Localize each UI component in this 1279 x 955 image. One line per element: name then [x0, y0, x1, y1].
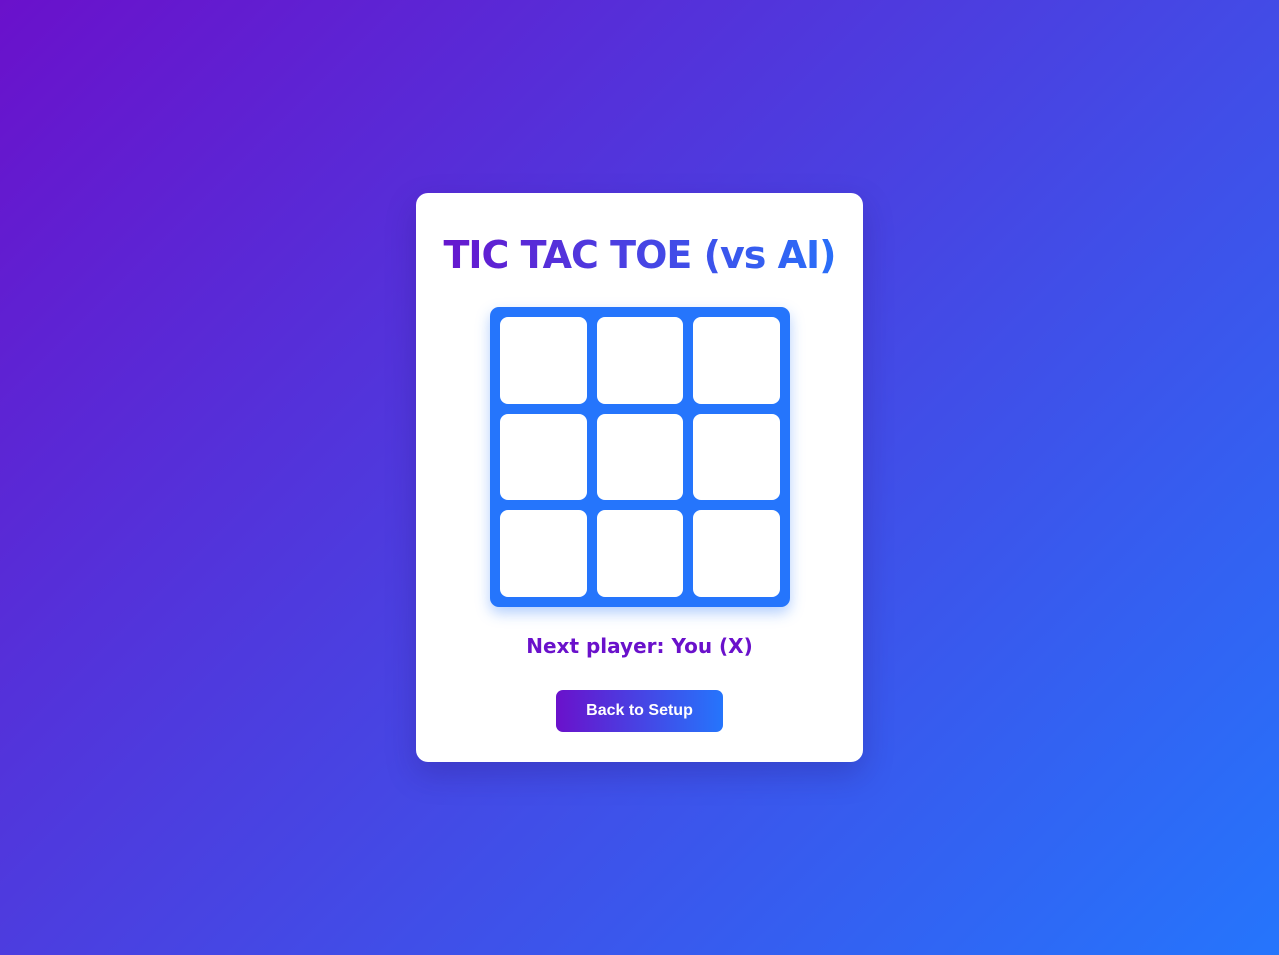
- board-cell-9[interactable]: [693, 510, 780, 597]
- board-cell-1[interactable]: [500, 317, 587, 404]
- game-card: TIC TAC TOE (vs AI) Next player: You (X)…: [416, 193, 863, 762]
- board-cell-6[interactable]: [693, 413, 780, 501]
- board-cell-2[interactable]: [596, 317, 684, 404]
- back-to-setup-button[interactable]: Back to Setup: [556, 690, 723, 732]
- game-board: [490, 307, 790, 607]
- board-cell-4[interactable]: [500, 413, 587, 501]
- game-status: Next player: You (X): [526, 634, 753, 658]
- board-cell-3[interactable]: [693, 317, 780, 404]
- game-title: TIC TAC TOE (vs AI): [416, 223, 863, 287]
- board-cell-7[interactable]: [500, 510, 587, 597]
- board-cell-8[interactable]: [596, 510, 684, 597]
- board-cell-5[interactable]: [596, 413, 684, 501]
